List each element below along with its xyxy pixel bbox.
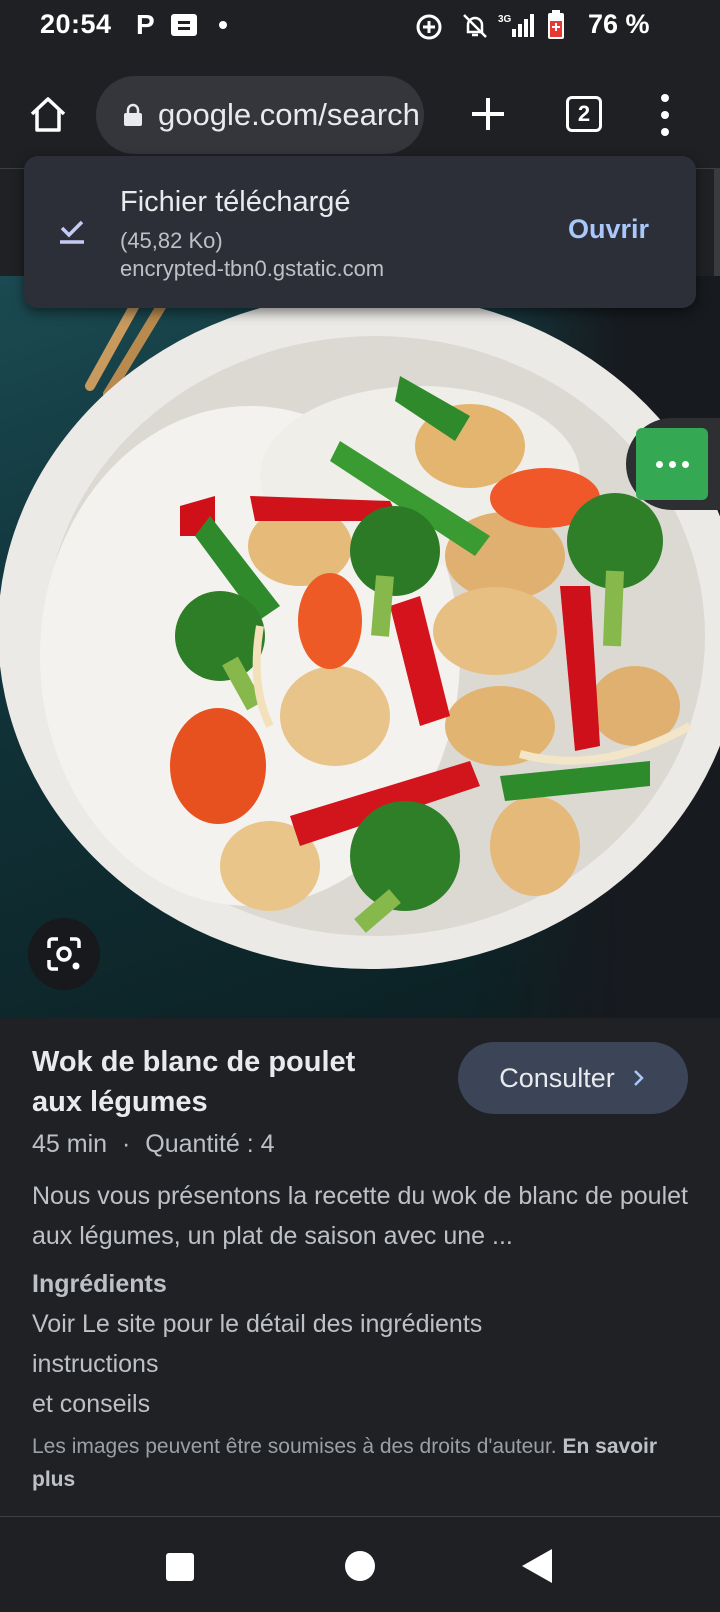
new-tab-icon[interactable]: [468, 94, 508, 134]
ingredients-title: Ingrédients: [32, 1270, 167, 1298]
stir-fry-bowl-illustration: [0, 291, 720, 969]
recipe-quantity: Quantité : 4: [145, 1130, 275, 1158]
recents-button[interactable]: [166, 1553, 194, 1581]
snackbar-host: encrypted-tbn0.gstatic.com: [120, 256, 385, 281]
copyright-text: Les images peuvent être soumises à des d…: [32, 1435, 557, 1458]
url-bar[interactable]: google.com/search: [96, 76, 424, 154]
battery-percent: 76 %: [588, 9, 650, 39]
status-left-icons: P: [136, 9, 227, 41]
home-button[interactable]: [345, 1551, 375, 1581]
download-snackbar: Fichier téléchargé (45,82 Ko) encrypted-…: [24, 156, 696, 308]
status-time: 20:54: [40, 9, 112, 39]
signal-3g-icon: 3G: [498, 14, 534, 37]
system-nav-bar: [0, 1516, 720, 1612]
ingredients-line: instructions: [32, 1350, 159, 1378]
google-lens-button[interactable]: [28, 918, 100, 990]
chevron-right-icon: [633, 1070, 644, 1086]
dot-icon: [218, 21, 227, 29]
home-icon[interactable]: [26, 92, 70, 136]
consult-label: Consulter: [499, 1062, 615, 1093]
recipe-description: Nous vous présentons la recette du wok d…: [32, 1182, 688, 1250]
floating-chat-button[interactable]: [636, 428, 708, 500]
recipe-time: 45 min: [32, 1130, 108, 1158]
lock-icon: [124, 103, 142, 126]
open-button[interactable]: Ouvrir: [568, 214, 649, 245]
more-menu-icon[interactable]: [656, 94, 674, 136]
copyright-notice: Les images peuvent être soumises à des d…: [32, 1430, 692, 1496]
ingredients-line: et conseils: [32, 1390, 151, 1418]
battery-icon: [548, 10, 564, 39]
p-icon: P: [136, 9, 155, 40]
url-text: google.com/search: [158, 97, 420, 132]
svg-text:3G: 3G: [498, 14, 512, 25]
tab-switcher-button[interactable]: 2: [566, 96, 602, 132]
notifications-off-icon: [463, 14, 487, 38]
recipe-title[interactable]: Wok de blanc de poulet aux légumes: [32, 1042, 412, 1122]
data-saver-icon: [416, 14, 442, 40]
snackbar-file-size: (45,82 Ko): [120, 228, 223, 253]
back-button[interactable]: [522, 1549, 552, 1583]
snackbar-title: Fichier téléchargé: [120, 186, 351, 218]
status-bar: 20:54 P 3G 76 %: [0, 0, 720, 52]
browser-toolbar: google.com/search 2: [0, 52, 720, 168]
consult-button[interactable]: Consulter: [458, 1042, 688, 1114]
recipe-meta: 45 min · Quantité : 4: [32, 1130, 275, 1159]
download-done-icon: [60, 220, 84, 244]
message-icon: [170, 14, 197, 36]
ingredients-line: Voir Le site pour le détail des ingrédie…: [32, 1310, 483, 1338]
recipe-image[interactable]: [0, 276, 720, 1018]
lens-icon: [47, 937, 81, 971]
meta-separator: ·: [122, 1130, 131, 1158]
